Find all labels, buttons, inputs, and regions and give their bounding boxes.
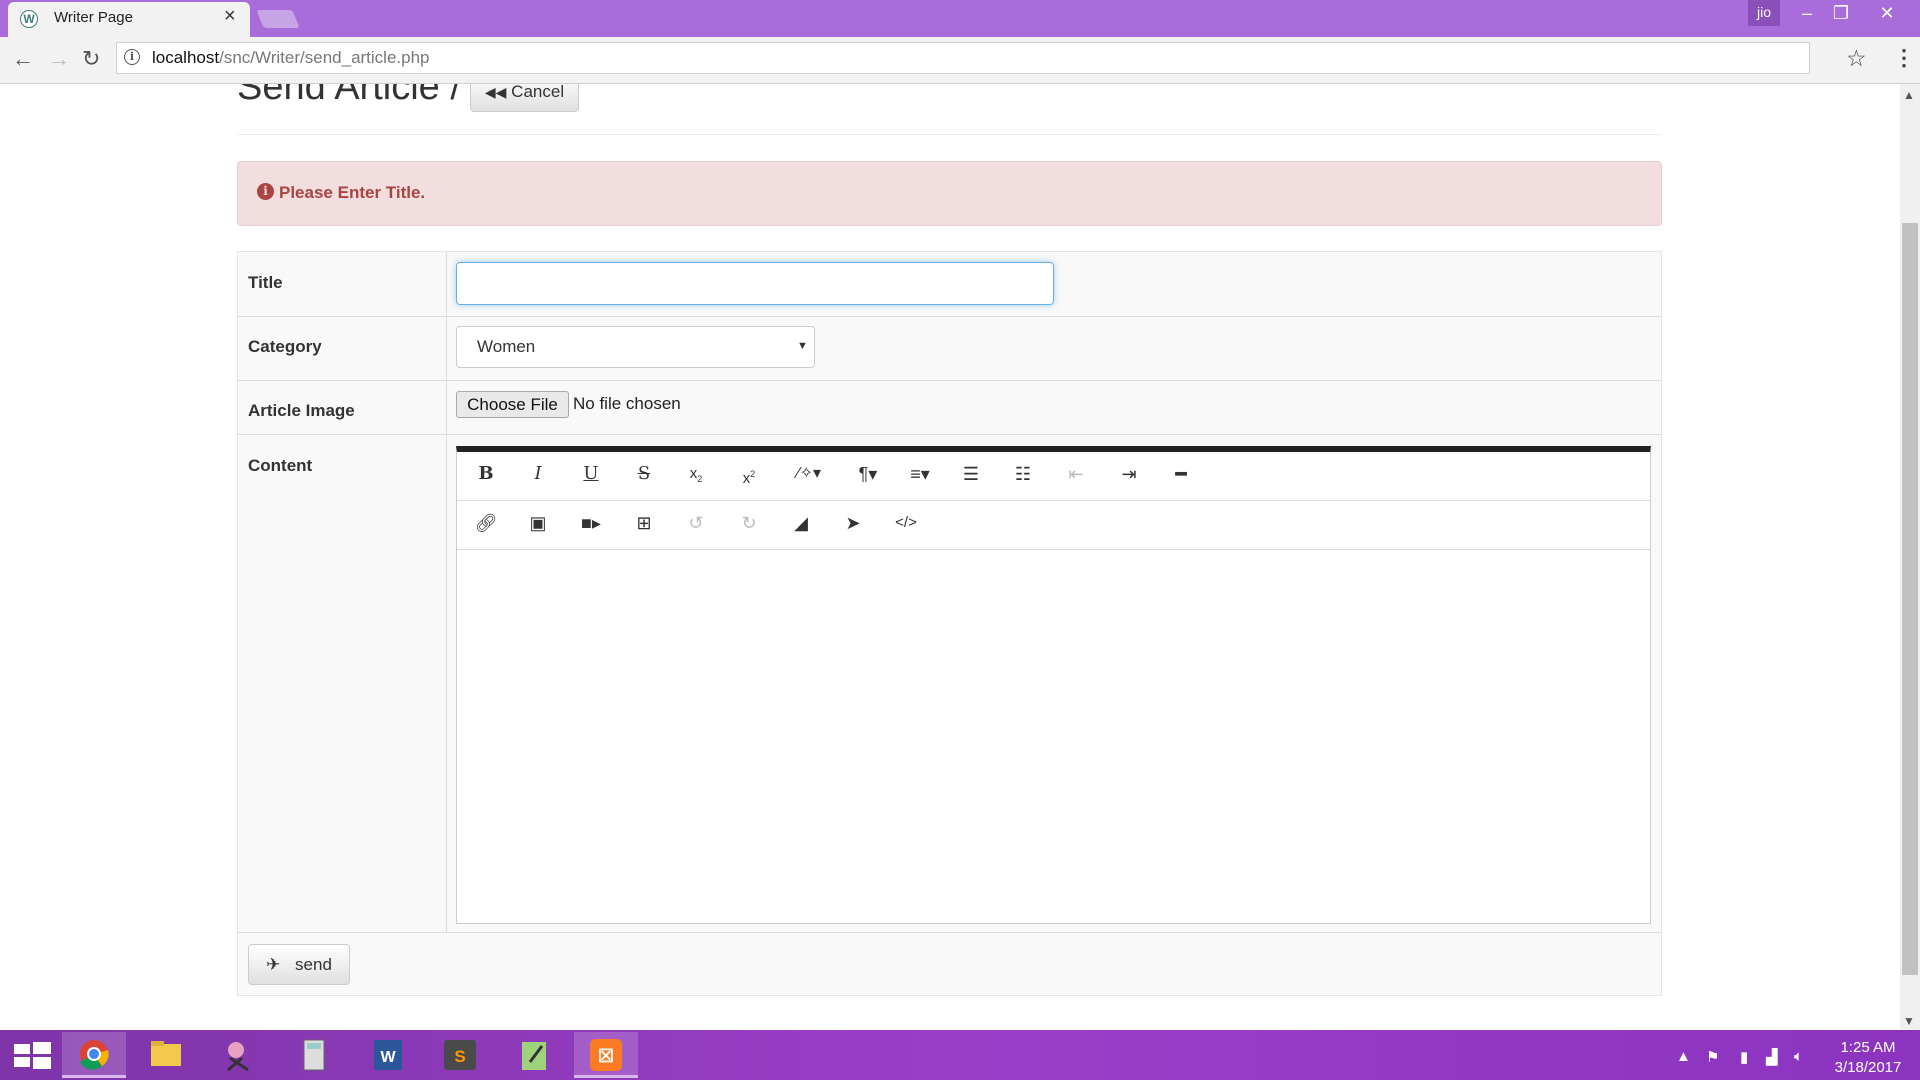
windows-logo-icon <box>14 1042 51 1069</box>
horizontal-rule-icon[interactable]: ━ <box>1161 460 1201 488</box>
table-icon[interactable]: ⊞ <box>624 509 664 537</box>
file-explorer-icon[interactable] <box>134 1032 198 1078</box>
cancel-button-label: Cancel <box>511 84 565 101</box>
row-divider <box>237 932 1662 933</box>
start-button[interactable] <box>0 1032 64 1078</box>
calculator-icon[interactable] <box>282 1032 346 1078</box>
svg-text:☒: ☒ <box>598 1046 614 1066</box>
reload-icon[interactable]: ↻ <box>82 46 100 72</box>
eraser-icon[interactable]: ◢ <box>781 509 821 537</box>
xampp-icon[interactable]: ☒ <box>574 1032 638 1078</box>
title-label: Title <box>248 273 283 292</box>
volume-icon[interactable]: 🔈︎ <box>1794 1048 1803 1065</box>
word-icon[interactable]: W <box>356 1032 420 1078</box>
url-text[interactable]: localhost/snc/Writer/send_article.php <box>152 48 430 68</box>
italic-icon[interactable]: I <box>518 460 558 488</box>
forward-arrow-icon[interactable]: → <box>48 46 70 72</box>
clock-date: 3/18/2017 <box>1834 1059 1902 1076</box>
column-divider <box>446 252 447 932</box>
code-view-icon[interactable]: </> <box>886 509 926 537</box>
video-icon[interactable]: ■▸ <box>571 509 611 537</box>
subscript-icon[interactable]: x2 <box>676 460 716 488</box>
row-divider <box>237 316 1662 317</box>
bold-icon[interactable]: B <box>466 460 506 488</box>
new-tab-button[interactable] <box>256 10 300 28</box>
send-button[interactable]: ✈ send <box>248 944 350 985</box>
unordered-list-icon[interactable]: ☷ <box>1003 460 1043 488</box>
row-divider <box>237 434 1662 435</box>
scroll-up-icon[interactable]: ▲ <box>1903 88 1915 102</box>
backward-icon: ◀◀ <box>484 84 507 100</box>
paper-plane-icon: ✈ <box>266 955 281 974</box>
scrollbar-thumb[interactable] <box>1902 223 1918 975</box>
profile-button[interactable]: jio <box>1748 0 1780 26</box>
sublime-text-icon[interactable]: S <box>428 1032 492 1078</box>
battery-icon[interactable]: ▮ <box>1740 1048 1748 1066</box>
clock-time: 1:25 AM <box>1840 1039 1896 1056</box>
tab-title: Writer Page <box>54 9 133 26</box>
back-arrow-icon[interactable]: ← <box>12 46 34 72</box>
paragraph-icon[interactable]: ¶▾ <box>848 460 888 488</box>
undo-icon[interactable]: ↺ <box>676 509 716 537</box>
superscript-icon[interactable]: x2 <box>729 460 769 488</box>
link-icon[interactable]: 🔗︎ <box>466 509 506 537</box>
magic-wand-icon[interactable]: ⁄✧▾ <box>789 460 829 488</box>
toolbar-divider <box>457 500 1650 501</box>
tab-close-icon[interactable]: × <box>224 5 236 28</box>
svg-text:S: S <box>454 1047 465 1066</box>
choose-file-button[interactable]: Choose File <box>456 391 569 418</box>
file-status-text: No file chosen <box>573 394 681 413</box>
tab-favicon-icon: W <box>20 10 38 28</box>
align-left-icon[interactable]: ≡▾ <box>900 460 940 488</box>
title-input[interactable] <box>456 262 1054 305</box>
network-icon[interactable]: ▟ <box>1766 1048 1778 1066</box>
restore-icon[interactable]: ❐ <box>1818 0 1864 26</box>
site-info-icon[interactable]: i <box>124 49 140 65</box>
chevron-up-icon[interactable]: ▲ <box>1676 1048 1691 1065</box>
ordered-list-icon[interactable]: ☰ <box>951 460 991 488</box>
strikethrough-icon[interactable]: S <box>624 460 664 488</box>
cancel-button[interactable]: ◀◀ Cancel <box>470 84 579 112</box>
category-label: Category <box>248 337 322 356</box>
outdent-icon[interactable]: ⇤ <box>1056 460 1096 488</box>
header-divider <box>237 134 1662 135</box>
underline-icon[interactable]: U <box>571 460 611 488</box>
row-divider <box>237 380 1662 381</box>
browser-menu-icon[interactable]: ⋮ <box>1893 45 1915 71</box>
notepad-plus-icon[interactable] <box>502 1032 566 1078</box>
close-window-icon[interactable]: ✕ <box>1864 0 1910 26</box>
toolbar-divider <box>457 549 1650 550</box>
indent-icon[interactable]: ⇥ <box>1109 460 1149 488</box>
scroll-down-icon[interactable]: ▼ <box>1903 1014 1915 1028</box>
error-alert <box>237 161 1662 226</box>
bookmark-star-icon[interactable]: ☆ <box>1846 45 1867 72</box>
send-button-label: send <box>295 955 332 974</box>
chevron-down-icon: ▼ <box>797 340 808 352</box>
info-circle-icon: i <box>257 183 274 200</box>
svg-text:W: W <box>380 1049 396 1066</box>
chrome-taskbar-icon[interactable] <box>62 1032 126 1078</box>
picture-icon[interactable]: ▣ <box>518 509 558 537</box>
taskbar-clock[interactable]: 1:25 AM 3/18/2017 <box>1822 1038 1914 1078</box>
url-host: localhost <box>152 48 220 67</box>
alert-message: Please Enter Title. <box>279 183 426 202</box>
content-label: Content <box>248 456 313 475</box>
redo-icon[interactable]: ↻ <box>729 509 769 537</box>
article-image-label: Article Image <box>248 401 355 420</box>
cursor-icon[interactable]: ➤ <box>833 509 873 537</box>
snipping-tool-icon[interactable] <box>208 1032 272 1078</box>
flag-icon[interactable]: ⚑ <box>1706 1048 1719 1066</box>
url-path: /snc/Writer/send_article.php <box>219 48 430 67</box>
page-title: Send Article / <box>237 84 461 108</box>
category-selected-value: Women <box>477 337 536 356</box>
